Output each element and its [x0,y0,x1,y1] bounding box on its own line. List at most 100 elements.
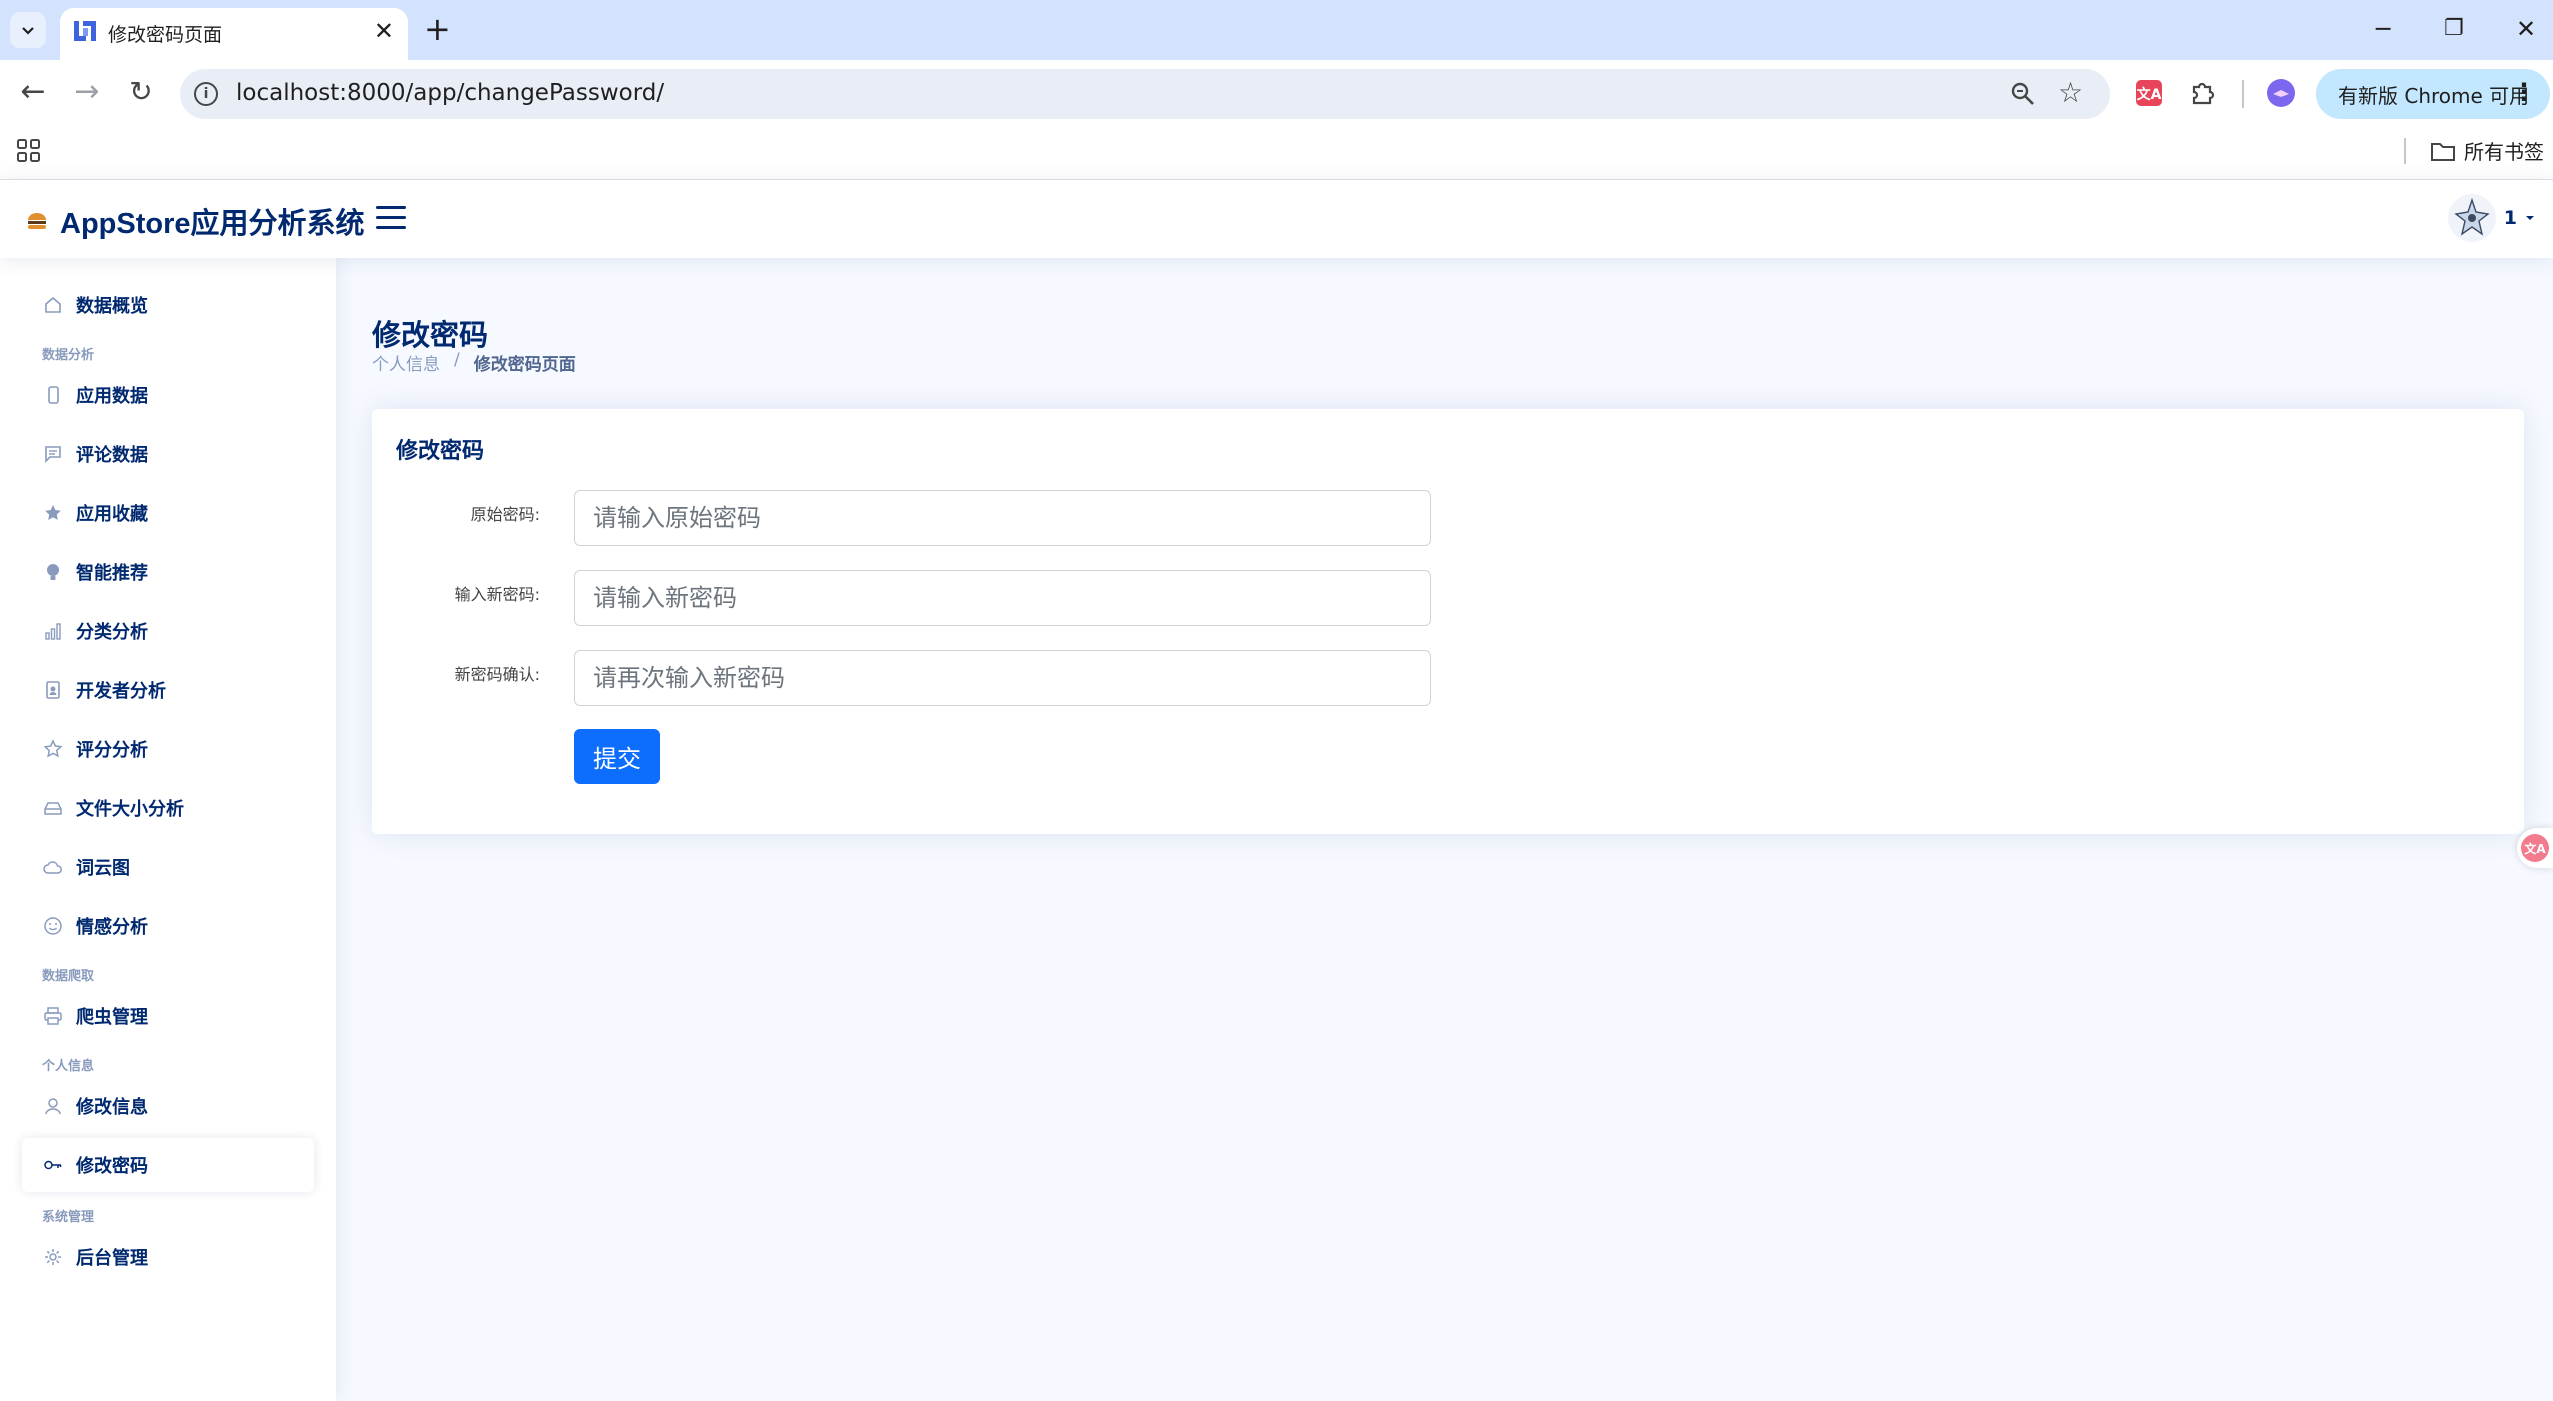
sidebar-item-label: 评论数据 [76,445,148,466]
reload-icon[interactable]: ↻ [124,76,158,108]
more-vertical-icon: ⋮ [2512,78,2536,106]
site-info-icon[interactable]: i [194,82,218,106]
restore-window-icon[interactable]: ❐ [2444,12,2464,46]
close-tab-icon[interactable]: ✕ [374,18,394,44]
sidebar-item-rating-analysis[interactable]: 评分分析 [22,722,314,776]
back-arrow-icon[interactable]: ← [16,76,50,108]
new-password-label: 输入新密码: [454,585,540,604]
sidebar-item-developer-analysis[interactable]: 开发者分析 [22,663,314,717]
apps-grid-icon[interactable] [16,138,42,164]
svg-text:文A: 文A [2524,841,2546,856]
gear-icon [42,1246,64,1268]
change-password-card: 修改密码 原始密码: 输入新密码: 新密码确认: 提交 [372,409,2524,834]
sidebar-item-favorites[interactable]: 应用收藏 [22,486,314,540]
sidebar-heading-crawl: 数据爬取 [42,969,95,984]
tab-title: 修改密码页面 [108,24,223,46]
lightbulb-icon [42,561,64,583]
tab-search-button[interactable] [10,12,46,48]
sidebar-item-change-password[interactable]: 修改密码 [22,1138,314,1192]
sidebar-item-crawler[interactable]: 爬虫管理 [22,989,314,1043]
sidebar-heading-system: 系统管理 [42,1210,95,1225]
sidebar-item-label: 修改密码 [76,1156,148,1177]
sidebar-item-label: 应用数据 [76,386,148,407]
zoom-icon[interactable] [2010,81,2036,107]
browser-tab-active[interactable]: 修改密码页面 ✕ [60,8,408,60]
card-title: 修改密码 [396,439,485,464]
sidebar-item-comment-data[interactable]: 评论数据 [22,427,314,481]
breadcrumb: 个人信息 / 修改密码页面 [372,350,576,375]
sidebar-item-wordcloud[interactable]: 词云图 [22,840,314,894]
breadcrumb-item-personal[interactable]: 个人信息 [372,350,440,375]
hdd-icon [42,797,64,819]
profile-username: 1 [2503,207,2517,229]
star-icon [42,738,64,760]
close-window-icon[interactable]: ✕ [2516,12,2536,46]
sidebar-item-category-analysis[interactable]: 分类分析 [22,604,314,658]
translate-extension-icon[interactable]: 文A [2134,78,2164,108]
browser-tab-bar: 修改密码页面 ✕ + ─ ❐ ✕ [0,0,2553,60]
extensions-puzzle-icon[interactable] [2188,78,2218,108]
bookmarks-divider [2404,138,2406,164]
sidebar-item-overview[interactable]: 数据概览 [22,278,314,332]
forward-arrow-icon[interactable]: → [70,76,104,108]
original-password-input[interactable] [574,490,1431,546]
floating-translate-button[interactable]: 文A [2517,828,2553,868]
all-bookmarks-label: 所有书签 [2464,140,2544,164]
breadcrumb-separator: / [454,350,460,370]
browser-toolbar: ← → ↻ i localhost:8000/app/changePasswor… [0,60,2553,126]
sidebar-item-admin[interactable]: 后台管理 [22,1230,314,1284]
star-fill-icon [42,502,64,524]
key-icon [42,1154,64,1176]
chrome-update-label: 有新版 Chrome 可用 [2338,83,2530,108]
sidebar-item-label: 情感分析 [76,917,148,938]
address-bar[interactable]: i localhost:8000/app/changePassword/ ☆ [180,69,2110,119]
house-icon [42,294,64,316]
sidebar-item-recommend[interactable]: 智能推荐 [22,545,314,599]
phone-icon [42,384,64,406]
confirm-password-input[interactable] [574,650,1431,706]
sidebar-heading-analysis: 数据分析 [42,348,95,363]
sidebar-item-label: 爬虫管理 [76,1007,148,1028]
address-url[interactable]: localhost:8000/app/changePassword/ [236,80,664,106]
sidebar-item-label: 数据概览 [76,296,148,317]
chevron-down-icon [22,27,34,35]
sidebar-item-label: 智能推荐 [76,563,148,584]
sidebar-item-sentiment-analysis[interactable]: 情感分析 [22,899,314,953]
sidebar-item-label: 评分分析 [76,740,148,761]
sidebar-toggle-icon[interactable] [376,206,406,230]
page-title: 修改密码 [372,318,489,352]
sidebar-item-label: 后台管理 [76,1248,148,1269]
sidebar-item-filesize-analysis[interactable]: 文件大小分析 [22,781,314,835]
toolbar-divider [2242,80,2244,108]
sidebar-item-label: 开发者分析 [76,681,166,702]
chrome-update-button[interactable]: 有新版 Chrome 可用 ⋮ [2316,69,2550,119]
sidebar-item-app-data[interactable]: 应用数据 [22,368,314,422]
svg-text:文A: 文A [2137,86,2162,103]
translate-float-icon: 文A [2521,834,2549,862]
profile-dropdown[interactable]: 1 [2447,194,2535,242]
app-logo[interactable]: AppStore应用分析系统 [26,200,365,242]
burger-logo-icon [28,213,46,229]
sidebar-item-edit-profile[interactable]: 修改信息 [22,1079,314,1133]
profile-avatar-icon[interactable] [2266,78,2296,108]
confirm-password-label: 新密码确认: [454,665,540,684]
avatar-image-icon [2454,197,2490,236]
sidebar-item-label: 修改信息 [76,1097,148,1118]
folder-icon [2431,142,2455,161]
sidebar: 数据概览 数据分析 应用数据 评论数据 应用收藏 智能推荐 分类分析 开发者分析… [0,258,336,1401]
page-title-block: 修改密码 [372,312,488,354]
site-favicon-icon [74,21,96,41]
all-bookmarks-folder[interactable]: 所有书签 [2430,136,2544,165]
chat-icon [42,443,64,465]
bar-chart-icon [42,620,64,642]
caret-down-icon [2526,216,2534,220]
new-tab-button[interactable]: + [424,12,451,46]
submit-button[interactable]: 提交 [574,729,660,784]
original-password-label: 原始密码: [470,505,540,524]
bookmarks-bar: 所有书签 [0,126,2553,180]
breadcrumb-item-current: 修改密码页面 [473,355,576,375]
cloud-icon [42,856,64,878]
new-password-input[interactable] [574,570,1431,626]
minimize-window-icon[interactable]: ─ [2376,12,2390,46]
bookmark-star-icon[interactable]: ☆ [2058,76,2083,109]
